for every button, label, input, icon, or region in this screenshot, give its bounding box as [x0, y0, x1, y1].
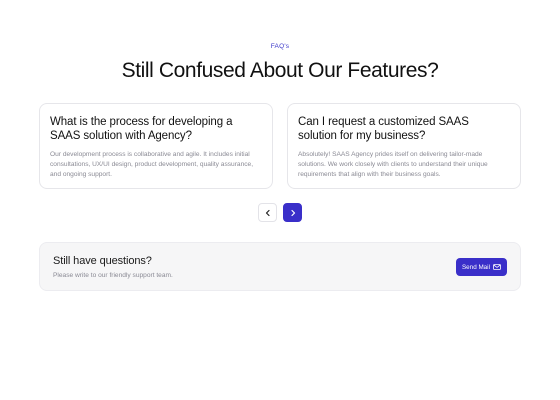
- support-cta-panel: Still have questions? Please write to ou…: [39, 242, 521, 291]
- faq-answer: Our development process is collaborative…: [50, 151, 254, 178]
- faq-eyebrow: FAQ's: [270, 43, 290, 50]
- faq-card[interactable]: Can I request a customized SAAS solution…: [287, 103, 521, 189]
- send-mail-label: Send Mail: [461, 263, 490, 271]
- faq-answer: Absolutely! SAAS Agency prides itself on…: [298, 151, 488, 178]
- carousel-prev-button[interactable]: [258, 203, 277, 222]
- faq-card[interactable]: What is the process for developing a SAA…: [39, 103, 273, 189]
- faq-question: Can I request a customized SAAS solution…: [298, 116, 469, 142]
- mail-icon: [493, 264, 501, 270]
- chevron-left-icon: [265, 209, 270, 216]
- faq-question: What is the process for developing a SAA…: [50, 116, 233, 142]
- cta-title: Still have questions?: [53, 255, 152, 267]
- carousel-next-button[interactable]: [283, 203, 302, 222]
- section-title: Still Confused About Our Features?: [121, 59, 439, 82]
- send-mail-button[interactable]: Send Mail: [456, 258, 507, 276]
- chevron-right-icon: [290, 209, 295, 216]
- cta-subtitle: Please write to our friendly support tea…: [53, 272, 173, 279]
